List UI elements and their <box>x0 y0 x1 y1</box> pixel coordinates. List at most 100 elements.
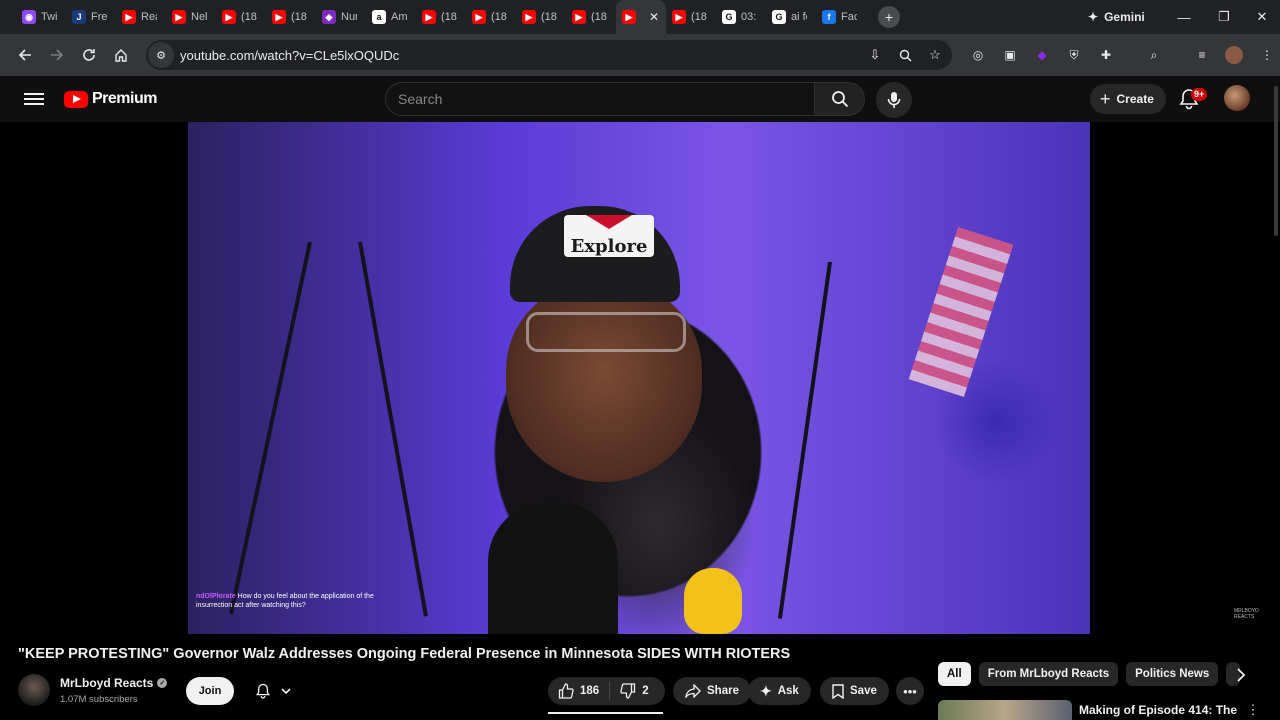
verified-check-icon: ✓ <box>157 678 168 688</box>
back-button[interactable] <box>10 40 40 70</box>
subscription-bell-button[interactable] <box>245 677 300 705</box>
browser-tab[interactable]: ▶ Nel <box>166 0 216 34</box>
subscriber-count: 1.07M subscribers <box>60 694 138 705</box>
hamburger-menu-icon[interactable] <box>24 90 44 108</box>
search-button[interactable] <box>815 82 865 116</box>
browser-tab[interactable]: ▶ (18 <box>666 0 716 34</box>
tab-title: Nel <box>191 11 207 23</box>
youtube-icon: ▶ <box>272 10 286 24</box>
channel-name[interactable]: MrLboyd Reacts ✓ <box>60 676 168 690</box>
close-window-button[interactable]: ✕ <box>1242 0 1280 34</box>
like-button[interactable]: 186 <box>548 677 609 705</box>
site-info-icon[interactable]: ⚙ <box>148 42 174 68</box>
browser-tab[interactable]: ▶ (18 <box>216 0 266 34</box>
address-bar[interactable]: ⚙ youtube.com/watch?v=CLe5lxOQUDc ⇩ ☆ <box>146 40 952 70</box>
bookmark-star-icon[interactable]: ☆ <box>924 44 946 66</box>
browser-tab[interactable]: ◆ Nur <box>316 0 366 34</box>
browser-tab[interactable]: Gai fe <box>766 0 816 34</box>
join-button[interactable]: Join <box>186 677 234 705</box>
minimize-button[interactable]: — <box>1164 0 1204 34</box>
save-label: Save <box>850 685 877 697</box>
chevron-right-icon[interactable] <box>1230 664 1252 686</box>
ask-button[interactable]: ✦ Ask <box>748 677 811 705</box>
extension-purple-icon[interactable]: ◆ <box>1031 44 1053 66</box>
tab-title: (18 <box>491 11 507 23</box>
create-button[interactable]: + Create <box>1090 84 1166 114</box>
like-ratio-bar <box>548 712 663 714</box>
youtube-icon: ▶ <box>522 10 536 24</box>
media-control-icon[interactable]: ≡ <box>1191 44 1213 66</box>
account-avatar[interactable] <box>1224 85 1250 111</box>
recommendation-thumbnail[interactable] <box>938 700 1072 720</box>
browser-tab[interactable]: a Am <box>366 0 416 34</box>
profile-avatar-icon[interactable] <box>1223 44 1245 66</box>
browser-tab[interactable]: f Fac <box>816 0 866 34</box>
browser-tab[interactable]: ◉ Twi <box>16 0 66 34</box>
install-app-icon[interactable]: ⇩ <box>864 44 886 66</box>
browser-tab[interactable]: G 03:5 <box>716 0 766 34</box>
j-icon: J <box>72 10 86 24</box>
page-scrollbar[interactable] <box>1274 86 1278 236</box>
bell-icon <box>255 683 270 699</box>
browser-tab[interactable]: ▶ (18 <box>416 0 466 34</box>
extension-shield-icon[interactable]: ⛨ <box>1063 44 1085 66</box>
filter-chip[interactable]: Politics News <box>1126 662 1219 686</box>
sparkle-icon: ✦ <box>760 682 772 699</box>
share-button[interactable]: Share <box>673 677 751 705</box>
active-browser-tab[interactable]: ▶ ✕ <box>616 0 666 34</box>
tab-title: (18 <box>591 11 607 23</box>
browser-tab[interactable]: J Fre <box>66 0 116 34</box>
new-tab-button[interactable]: + <box>878 6 900 28</box>
browser-tab[interactable]: ▶ Rea <box>116 0 166 34</box>
extension-camera-icon[interactable]: ▣ <box>999 44 1021 66</box>
browser-tab[interactable]: ▶ (18 <box>466 0 516 34</box>
browser-tab[interactable]: ▶ (18 <box>266 0 316 34</box>
gemini-button[interactable]: ✦ Gemini <box>1078 5 1155 29</box>
restore-button[interactable]: ❐ <box>1204 0 1244 34</box>
related-chips: All From MrLboyd Reacts Politics News <box>938 662 1241 686</box>
extensions-puzzle-icon[interactable]: ✚ <box>1095 44 1117 66</box>
browser-tab[interactable]: ▶ (18 <box>516 0 566 34</box>
google-icon: G <box>722 10 736 24</box>
filter-chip[interactable]: From MrLboyd Reacts <box>978 662 1119 686</box>
tripod-leg <box>358 241 428 617</box>
tab-title: Twi <box>41 11 57 23</box>
youtube-logo[interactable]: Premium <box>64 90 157 108</box>
chat-overlay: ndOlPlorate How do you feel about the ap… <box>196 592 376 610</box>
voice-search-button[interactable] <box>876 82 912 118</box>
zoom-icon[interactable] <box>894 44 916 66</box>
notification-count-badge: 9+ <box>1191 88 1208 101</box>
browser-tab[interactable]: ▶ (18 <box>566 0 616 34</box>
url-text[interactable]: youtube.com/watch?v=CLe5lxOQUDc <box>180 48 399 63</box>
home-icon <box>115 49 127 62</box>
search-input[interactable] <box>386 91 814 107</box>
thumbs-down-icon <box>620 683 636 699</box>
home-button[interactable] <box>106 40 136 70</box>
youtube-icon: ▶ <box>472 10 486 24</box>
forward-button[interactable] <box>42 40 72 70</box>
tab-title: 03:5 <box>741 11 757 23</box>
cap-text: Explore <box>570 236 648 257</box>
filter-chip[interactable]: All <box>938 662 971 686</box>
channel-name-text[interactable]: MrLboyd Reacts <box>60 676 153 690</box>
reload-button[interactable] <box>74 40 104 70</box>
tripod-leg <box>777 261 832 619</box>
dislike-button[interactable]: 2 <box>610 677 658 705</box>
channel-watermark: MRLBOYD REACTS <box>1234 608 1259 620</box>
recommendation-menu-icon[interactable]: ⋮ <box>1246 702 1260 718</box>
search-box[interactable] <box>385 82 815 116</box>
tab-title: Nur <box>341 11 357 23</box>
video-player[interactable]: Explore ndOlPlorate How do you feel abou… <box>188 122 1090 634</box>
thumbs-up-icon <box>558 683 574 699</box>
tab-search-icon[interactable]: ⌕ <box>1143 44 1165 66</box>
close-tab-icon[interactable]: ✕ <box>649 10 659 24</box>
browser-menu-icon[interactable]: ⋮ <box>1256 44 1278 66</box>
more-actions-icon[interactable]: ••• <box>896 677 924 705</box>
logo-text: Premium <box>92 90 157 107</box>
recommendation-title[interactable]: Making of Episode 414: The <box>1079 703 1237 717</box>
extension-glasses-icon[interactable]: ◎ <box>967 44 989 66</box>
like-dislike-group: 186 2 <box>548 677 665 705</box>
save-button[interactable]: Save <box>820 677 889 705</box>
channel-avatar[interactable] <box>18 674 50 706</box>
host-glasses <box>526 312 686 352</box>
